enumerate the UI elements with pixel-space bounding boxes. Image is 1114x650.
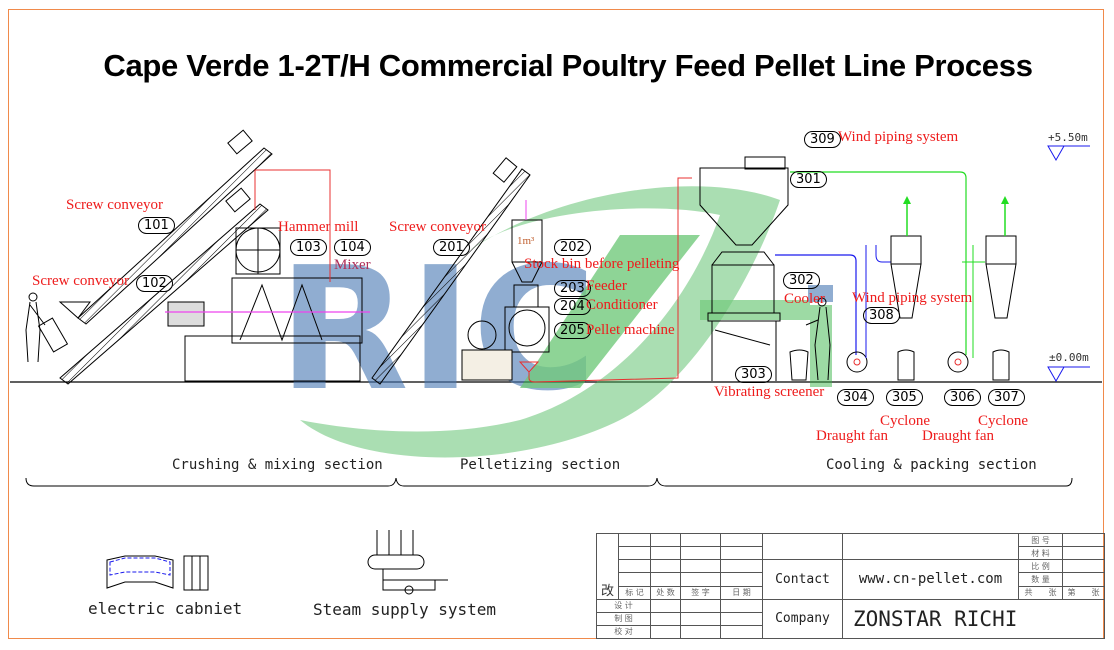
contact-label: Contact <box>762 559 843 600</box>
label-cooler: Cooler <box>784 291 825 307</box>
label-wind-piping-308: Wind piping system <box>852 290 973 306</box>
label-screw-conveyor-201: Screw conveyor <box>389 219 487 235</box>
tag-303: 303 <box>735 366 772 383</box>
draught-fan-306 <box>947 351 969 373</box>
draught-fan-304 <box>846 351 868 373</box>
tag-104: 104 <box>334 239 371 256</box>
company-label: Company <box>762 598 843 640</box>
label-screw-conveyor-101: Screw conveyor <box>66 197 164 213</box>
label-draught-fan-306: Draught fan <box>922 428 995 444</box>
elevation-marker-ground <box>1047 366 1090 383</box>
company-name: ZONSTAR RICHI <box>842 598 1105 640</box>
label-mixer: Mixer <box>334 257 371 273</box>
field-scale: 比 例 <box>1018 559 1063 574</box>
tag-202: 202 <box>554 239 591 256</box>
elevation-marker-top <box>1047 145 1090 162</box>
stock-bin-capacity: 1m³ <box>517 235 535 247</box>
tag-201: 201 <box>433 239 470 256</box>
legend-steam-supply: Steam supply system <box>313 600 497 619</box>
electric-cabinet-icon <box>106 555 209 591</box>
title-block: 改 图 号 材 料 Contact www.cn-pellet.com 比 例 … <box>596 532 1105 640</box>
label-feeder: Feeder <box>586 278 627 294</box>
section-brackets <box>25 477 1073 487</box>
field-sheet-no: 第 张 <box>1062 585 1105 600</box>
header-count: 处 数 <box>650 585 681 600</box>
label-wind-piping-309: Wind piping system <box>838 129 959 145</box>
label-screw-conveyor-102: Screw conveyor <box>32 273 130 289</box>
contact-website[interactable]: www.cn-pellet.com <box>842 559 1019 600</box>
header-date: 日 期 <box>720 585 763 600</box>
label-conditioner: Conditioner <box>586 297 658 313</box>
role-design: 设 计 <box>596 598 651 613</box>
tag-103: 103 <box>290 239 327 256</box>
steam-supply-icon <box>367 530 448 595</box>
elevation-top: +5.50m <box>1048 131 1088 144</box>
role-drafting: 制 图 <box>596 611 651 626</box>
tag-101: 101 <box>138 217 175 234</box>
label-pellet-machine: Pellet machine <box>586 322 675 338</box>
field-quantity: 数 量 <box>1018 572 1063 587</box>
tag-306: 306 <box>944 389 981 406</box>
cyclone-307 <box>985 235 1017 381</box>
header-mark: 标 记 <box>618 585 651 600</box>
tag-308: 308 <box>863 307 900 324</box>
field-drawing-no: 图 号 <box>1018 532 1063 548</box>
field-sheet-total: 共 张 <box>1018 585 1063 600</box>
label-stock-bin: Stock bin before pelleting <box>524 256 680 272</box>
tag-102: 102 <box>136 275 173 292</box>
label-draught-fan-304: Draught fan <box>816 428 889 444</box>
section-crushing-mixing: Crushing & mixing section <box>172 457 383 473</box>
tag-305: 305 <box>886 389 923 406</box>
role-checking: 校 对 <box>596 624 651 640</box>
elevation-ground: ±0.00m <box>1049 351 1089 364</box>
richi-watermark: RIC <box>278 186 833 458</box>
label-vibrating-screener: Vibrating screener <box>714 384 825 400</box>
tag-307: 307 <box>988 389 1025 406</box>
tag-302: 302 <box>783 272 820 289</box>
legend-electric-cabinet: electric cabniet <box>88 599 243 618</box>
field-material: 材 料 <box>1018 546 1063 561</box>
label-hammer-mill: Hammer mill <box>278 219 359 235</box>
section-cooling-packing: Cooling & packing section <box>826 457 1037 473</box>
tag-304: 304 <box>837 389 874 406</box>
section-pelletizing: Pelletizing section <box>460 457 621 473</box>
header-signature: 签 字 <box>680 585 721 600</box>
hammer-mill <box>235 227 281 275</box>
tag-301: 301 <box>790 171 827 188</box>
tag-309: 309 <box>804 131 841 148</box>
revision-mark: 改 <box>596 533 619 600</box>
